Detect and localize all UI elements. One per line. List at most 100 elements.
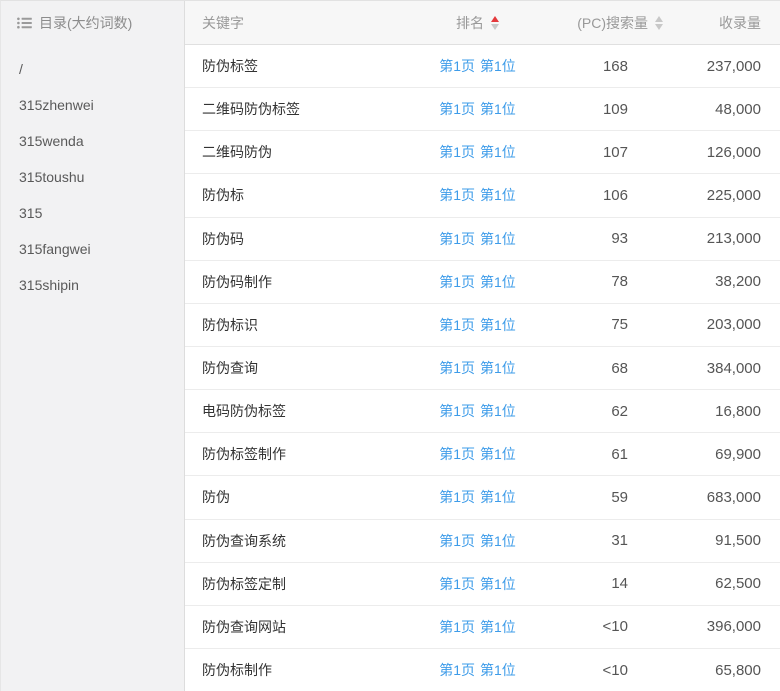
rank-cell: 第1页 第1位 <box>420 272 535 292</box>
rank-position-link[interactable]: 第1位 <box>480 272 516 292</box>
rank-page-link[interactable]: 第1页 <box>439 315 475 335</box>
sidebar-item-directory[interactable]: 315toushu <box>1 159 184 195</box>
rank-position-link[interactable]: 第1位 <box>480 229 516 249</box>
column-header-rank[interactable]: 排名 <box>420 13 535 33</box>
rank-page-link[interactable]: 第1页 <box>439 358 475 378</box>
rank-cell: 第1页 第1位 <box>420 229 535 249</box>
rank-cell: 第1页 第1位 <box>420 315 535 335</box>
keyword-cell: 防伪码 <box>185 229 420 249</box>
rank-position-link[interactable]: 第1位 <box>480 142 516 162</box>
index-volume-cell: 203,000 <box>665 316 780 333</box>
rank-cell: 第1页 第1位 <box>420 660 535 680</box>
pc-search-volume-cell: <10 <box>535 618 665 635</box>
rank-position-link[interactable]: 第1位 <box>480 185 516 205</box>
rank-page-link[interactable]: 第1页 <box>439 617 475 637</box>
app-window: 目录(大约词数) / 315zhenwei 315wenda 315toushu… <box>0 0 780 691</box>
keyword-cell: 防伪标签定制 <box>185 574 420 594</box>
table-body: 防伪标签 第1页 第1位 168 237,000 二维码防伪标签 第1页 第1位… <box>185 45 780 691</box>
rank-page-link[interactable]: 第1页 <box>439 487 475 507</box>
rank-page-link[interactable]: 第1页 <box>439 56 475 76</box>
sidebar-item-directory[interactable]: 315wenda <box>1 123 184 159</box>
rank-cell: 第1页 第1位 <box>420 444 535 464</box>
table-header-row: 关键字 排名 (PC)搜索量 收录量 <box>185 1 780 45</box>
keyword-cell: 防伪标 <box>185 185 420 205</box>
sidebar-item-label: 315wenda <box>19 133 84 149</box>
rank-position-link[interactable]: 第1位 <box>480 315 516 335</box>
index-volume-cell: 396,000 <box>665 618 780 635</box>
rank-page-link[interactable]: 第1页 <box>439 99 475 119</box>
sidebar-item-directory[interactable]: 315 <box>1 195 184 231</box>
index-volume-cell: 213,000 <box>665 230 780 247</box>
index-volume-cell: 91,500 <box>665 532 780 549</box>
rank-position-link[interactable]: 第1位 <box>480 56 516 76</box>
rank-cell: 第1页 第1位 <box>420 99 535 119</box>
table-row: 防伪 第1页 第1位 59 683,000 <box>185 476 780 519</box>
table-row: 二维码防伪标签 第1页 第1位 109 48,000 <box>185 88 780 131</box>
rank-page-link[interactable]: 第1页 <box>439 531 475 551</box>
pc-search-volume-cell: 75 <box>535 316 665 333</box>
pc-search-volume-cell: 107 <box>535 144 665 161</box>
rank-position-link[interactable]: 第1位 <box>480 617 516 637</box>
rank-page-link[interactable]: 第1页 <box>439 142 475 162</box>
pc-search-volume-cell: 68 <box>535 360 665 377</box>
pc-search-volume-cell: 168 <box>535 58 665 75</box>
sidebar-item-label: 315shipin <box>19 277 79 293</box>
table-row: 防伪标识 第1页 第1位 75 203,000 <box>185 304 780 347</box>
rank-page-link[interactable]: 第1页 <box>439 272 475 292</box>
rank-position-link[interactable]: 第1位 <box>480 574 516 594</box>
rank-page-link[interactable]: 第1页 <box>439 574 475 594</box>
rank-page-link[interactable]: 第1页 <box>439 401 475 421</box>
pc-search-volume-cell: 78 <box>535 273 665 290</box>
rank-page-link[interactable]: 第1页 <box>439 185 475 205</box>
keyword-cell: 二维码防伪 <box>185 142 420 162</box>
pc-search-volume-cell: 59 <box>535 489 665 506</box>
rank-page-link[interactable]: 第1页 <box>439 444 475 464</box>
sidebar-item-directory[interactable]: 315fangwei <box>1 231 184 267</box>
column-header-index: 收录量 <box>665 13 780 33</box>
rank-position-link[interactable]: 第1位 <box>480 358 516 378</box>
pc-search-volume-cell: 14 <box>535 575 665 592</box>
pc-search-volume-cell: 61 <box>535 446 665 463</box>
pc-search-volume-cell: 93 <box>535 230 665 247</box>
rank-cell: 第1页 第1位 <box>420 574 535 594</box>
pc-search-volume-cell: 106 <box>535 187 665 204</box>
table-row: 防伪标制作 第1页 第1位 <10 65,800 <box>185 649 780 691</box>
pc-search-volume-cell: 31 <box>535 532 665 549</box>
rank-position-link[interactable]: 第1位 <box>480 487 516 507</box>
index-volume-cell: 384,000 <box>665 360 780 377</box>
table-row: 防伪码 第1页 第1位 93 213,000 <box>185 218 780 261</box>
table-row: 防伪查询网站 第1页 第1位 <10 396,000 <box>185 606 780 649</box>
rank-page-link[interactable]: 第1页 <box>439 660 475 680</box>
sidebar-header: 目录(大约词数) <box>1 1 184 45</box>
keyword-cell: 防伪 <box>185 487 420 507</box>
sort-icon-rank <box>491 16 499 30</box>
rank-page-link[interactable]: 第1页 <box>439 229 475 249</box>
rank-cell: 第1页 第1位 <box>420 56 535 76</box>
rank-position-link[interactable]: 第1位 <box>480 99 516 119</box>
keyword-cell: 防伪查询网站 <box>185 617 420 637</box>
index-volume-cell: 237,000 <box>665 58 780 75</box>
rank-cell: 第1页 第1位 <box>420 487 535 507</box>
rank-cell: 第1页 第1位 <box>420 358 535 378</box>
directory-sidebar: 目录(大约词数) / 315zhenwei 315wenda 315toushu… <box>1 1 185 691</box>
keyword-cell: 电码防伪标签 <box>185 401 420 421</box>
keyword-cell: 防伪标签 <box>185 56 420 76</box>
rank-cell: 第1页 第1位 <box>420 531 535 551</box>
index-volume-cell: 38,200 <box>665 273 780 290</box>
sidebar-item-label: 315 <box>19 205 42 221</box>
table-row: 防伪标签制作 第1页 第1位 61 69,900 <box>185 433 780 476</box>
keyword-cell: 防伪查询 <box>185 358 420 378</box>
sidebar-item-directory[interactable]: 315zhenwei <box>1 87 184 123</box>
rank-position-link[interactable]: 第1位 <box>480 531 516 551</box>
sidebar-item-directory[interactable]: / <box>1 51 184 87</box>
sidebar-item-directory[interactable]: 315shipin <box>1 267 184 303</box>
rank-position-link[interactable]: 第1位 <box>480 401 516 421</box>
table-row: 防伪码制作 第1页 第1位 78 38,200 <box>185 261 780 304</box>
table-row: 防伪标签 第1页 第1位 168 237,000 <box>185 45 780 88</box>
column-header-pc-search[interactable]: (PC)搜索量 <box>535 13 665 33</box>
rank-position-link[interactable]: 第1位 <box>480 660 516 680</box>
rank-position-link[interactable]: 第1位 <box>480 444 516 464</box>
rank-cell: 第1页 第1位 <box>420 185 535 205</box>
index-volume-cell: 62,500 <box>665 575 780 592</box>
column-header-keyword: 关键字 <box>185 13 420 33</box>
